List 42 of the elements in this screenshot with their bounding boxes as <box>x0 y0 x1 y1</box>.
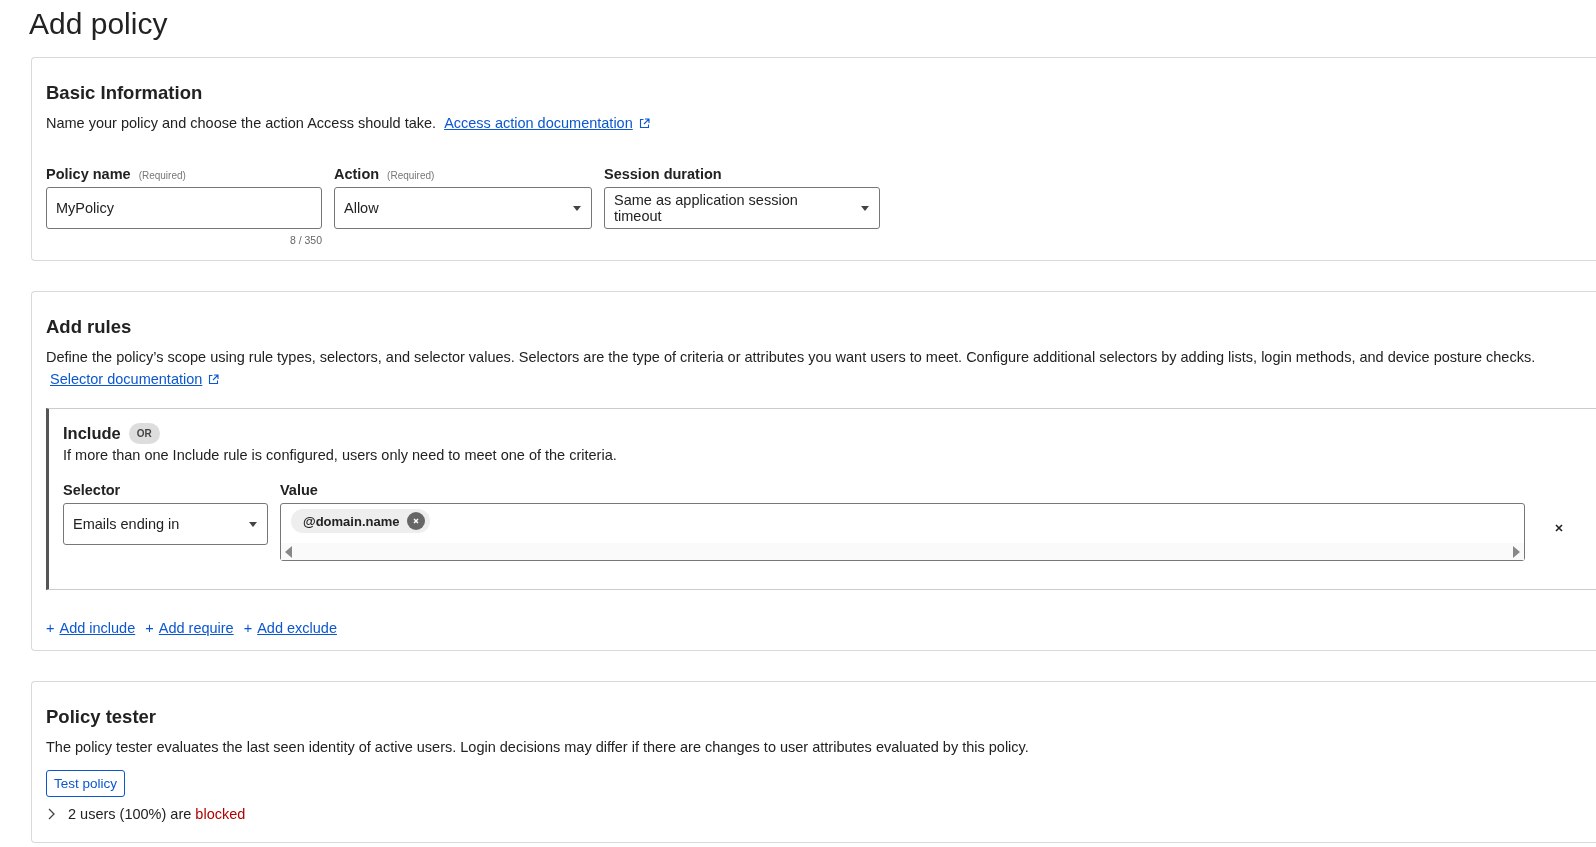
caret-icon <box>861 205 869 211</box>
dropdown[interactable]: Allow <box>334 187 592 229</box>
add-rule-link[interactable]: Add require <box>158 620 234 636</box>
documentation-link[interactable]: Selector documentation <box>50 371 203 387</box>
plus-icon: + <box>46 620 55 636</box>
section-title: Policy tester <box>46 705 158 729</box>
documentation-link[interactable]: Access action documentation <box>444 115 633 131</box>
required-hint: (Required) <box>387 170 435 181</box>
character-counter: 8 / 350 <box>289 234 322 246</box>
rule-description: If more than one Include rule is configured, users only need to meet one of the criteria. <box>63 446 618 465</box>
page-title: Add policy <box>29 6 169 42</box>
section-description: The policy tester evaluates the last seen identity of active users. Login decisions may differ if there are changes to user attributes evaluated by this policy. <box>46 738 1030 757</box>
field-label: Policy name <box>46 166 131 182</box>
section-title: Basic Information <box>46 81 204 105</box>
section-description: Name your policy and choose the action Access should take. <box>46 115 437 131</box>
or-badge: OR <box>128 423 160 444</box>
scroll-left-icon[interactable] <box>285 545 292 558</box>
test-policy-button[interactable]: Test policy <box>46 770 126 797</box>
dropdown[interactable]: Same as application session timeout <box>604 187 880 229</box>
external-link-icon <box>638 118 650 129</box>
caret-icon <box>573 205 581 211</box>
section-title: Add rules <box>46 315 133 339</box>
add-rule-link[interactable]: Add include <box>59 620 136 636</box>
add-rule-link[interactable]: Add exclude <box>257 620 337 636</box>
value-field[interactable]: @domain.name <box>280 503 1525 561</box>
rule-title: Include <box>63 424 121 443</box>
text-field[interactable]: MyPolicy <box>46 187 322 229</box>
field-label: Action <box>334 166 380 182</box>
external-link-icon <box>208 374 220 385</box>
plus-icon: + <box>145 620 154 636</box>
caret-icon <box>249 521 257 527</box>
field-label: Selector <box>63 482 121 498</box>
field-label: Session duration <box>604 166 722 182</box>
required-hint: (Required) <box>138 170 186 181</box>
selector-dropdown[interactable]: Emails ending in <box>63 503 268 545</box>
tag-text: @domain.name <box>303 513 400 529</box>
field-label: Value <box>280 482 318 498</box>
result-summary: 2 users (100%) are blocked <box>68 806 246 822</box>
plus-icon: + <box>243 620 253 636</box>
remove-tag-icon[interactable] <box>407 512 426 530</box>
section-description: Define the policy’s scope using rule types, selectors, and selector values. Selectors are the type of criteria or attributes you want users to meet. Configure additional selectors by adding lists, login methods, and device posture checks. <box>46 349 1536 365</box>
scroll-right-icon[interactable] <box>1513 545 1520 558</box>
